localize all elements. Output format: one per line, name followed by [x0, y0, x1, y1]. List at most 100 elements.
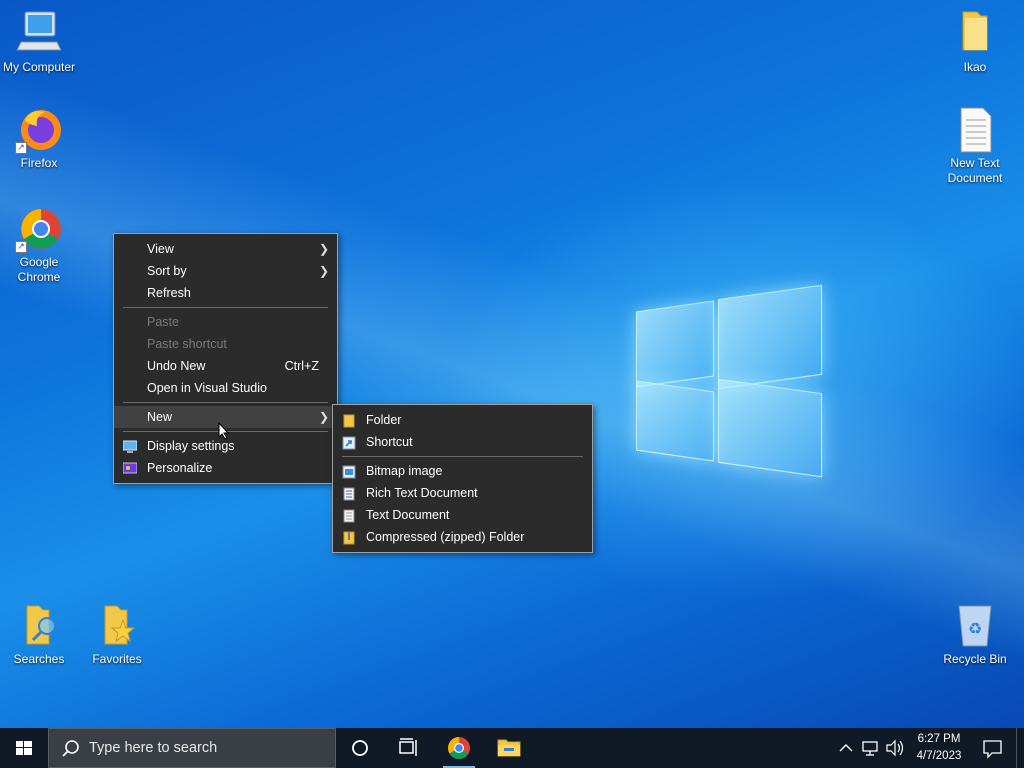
- clock-date: 4/7/2023: [916, 750, 962, 762]
- menu-item-label: Paste shortcut: [147, 337, 227, 351]
- desktop-icon-label: Recycle Bin: [943, 652, 1007, 666]
- taskbar-search-box[interactable]: Type here to search: [48, 728, 336, 768]
- menu-separator: [123, 402, 328, 403]
- new-menu-item-compressed-folder[interactable]: Compressed (zipped) Folder: [333, 526, 592, 548]
- desktop-icon-label: Ikao: [963, 60, 987, 74]
- search-folder-icon: [15, 602, 63, 650]
- menu-separator: [342, 456, 583, 457]
- shortcut-icon: [342, 435, 356, 450]
- cortana-button[interactable]: [340, 728, 380, 768]
- show-hidden-icons-button[interactable]: [836, 728, 856, 768]
- shortcut-arrow-icon: ↗: [15, 142, 27, 154]
- menu-item-refresh[interactable]: Refresh: [114, 282, 337, 304]
- search-icon: [62, 740, 79, 757]
- taskbar-app-file-explorer[interactable]: [488, 728, 530, 768]
- shortcut-arrow-icon: ↗: [15, 241, 27, 253]
- menu-item-label: Paste: [147, 315, 179, 329]
- menu-item-open-in-visual-studio[interactable]: Open in Visual Studio: [114, 377, 337, 399]
- menu-item-view[interactable]: View ❯: [114, 238, 337, 260]
- desktop-icon-label: Google Chrome: [17, 255, 61, 284]
- menu-item-label: Refresh: [147, 286, 191, 300]
- keyboard-shortcut: Ctrl+Z: [284, 359, 319, 373]
- menu-item-label: Folder: [366, 413, 402, 427]
- new-menu-item-text-document[interactable]: Text Document: [333, 504, 592, 526]
- menu-item-label: Text Document: [366, 508, 450, 522]
- network-icon: [862, 741, 878, 756]
- menu-item-label: Shortcut: [366, 435, 413, 449]
- chevron-right-icon: ❯: [318, 242, 329, 256]
- desktop-context-menu: View ❯ Sort by ❯ Refresh Paste Paste sho…: [113, 233, 338, 484]
- chevron-right-icon: ❯: [318, 410, 329, 424]
- menu-item-label: Rich Text Document: [366, 486, 478, 500]
- clock-time: 6:27 PM: [917, 733, 961, 745]
- new-menu-item-rich-text-document[interactable]: Rich Text Document: [333, 482, 592, 504]
- action-center-button[interactable]: [978, 728, 1008, 768]
- recycle-bin-icon: ♻: [951, 602, 999, 650]
- desktop-icon-my-computer[interactable]: My Computer: [0, 10, 78, 75]
- menu-item-label: Bitmap image: [366, 464, 443, 478]
- desktop-icon-new-text-document[interactable]: New Text Document: [936, 106, 1014, 186]
- task-view-button[interactable]: [388, 728, 428, 768]
- folder-icon: [342, 413, 356, 428]
- menu-item-label: Undo New: [147, 359, 206, 373]
- desktop-icon-searches[interactable]: Searches: [0, 602, 78, 667]
- mouse-cursor-icon: [218, 421, 230, 443]
- rich-text-document-icon: [342, 486, 356, 501]
- computer-icon: [15, 10, 63, 58]
- menu-item-label: New: [147, 410, 173, 424]
- menu-item-label: View: [147, 242, 174, 256]
- desktop-icon-label: Favorites: [92, 652, 142, 666]
- favorites-folder-icon: [93, 602, 141, 650]
- new-submenu: Folder Shortcut Bitmap image Rich Text D…: [332, 404, 593, 553]
- chrome-icon: [448, 737, 470, 759]
- desktop-icon-favorites[interactable]: Favorites: [78, 602, 156, 667]
- show-desktop-button[interactable]: [1016, 728, 1024, 768]
- new-menu-item-bitmap-image[interactable]: Bitmap image: [333, 460, 592, 482]
- taskbar-clock[interactable]: 6:27 PM 4/7/2023: [908, 731, 970, 765]
- svg-text:♻: ♻: [968, 619, 982, 638]
- task-view-icon: [399, 738, 417, 756]
- menu-item-label: Personalize: [147, 461, 213, 475]
- menu-item-paste-shortcut: Paste shortcut: [114, 333, 337, 355]
- folder-icon: [951, 10, 999, 58]
- chevron-right-icon: ❯: [318, 264, 329, 278]
- network-button[interactable]: [860, 728, 882, 768]
- text-document-icon: [342, 508, 356, 523]
- desktop-icon-label: Searches: [13, 652, 65, 666]
- notification-icon: [983, 740, 1002, 759]
- desktop[interactable]: My Computer ↗ Firefox ↗ Google Chrome Ik…: [0, 0, 1024, 728]
- bitmap-image-icon: [342, 464, 356, 479]
- menu-item-personalize[interactable]: Personalize: [114, 457, 337, 479]
- search-placeholder: Type here to search: [89, 740, 218, 756]
- display-settings-icon: [122, 439, 138, 453]
- start-button[interactable]: [0, 728, 48, 768]
- desktop-icon-firefox[interactable]: ↗ Firefox: [0, 106, 78, 171]
- menu-item-undo-new[interactable]: Undo New Ctrl+Z: [114, 355, 337, 377]
- menu-item-paste: Paste: [114, 311, 337, 333]
- windows-start-icon: [16, 741, 32, 755]
- firefox-icon: ↗: [15, 106, 63, 154]
- menu-item-label: Compressed (zipped) Folder: [366, 530, 525, 544]
- chevron-up-icon: [839, 744, 853, 752]
- cortana-icon: [352, 740, 368, 756]
- personalize-icon: [122, 461, 138, 475]
- text-document-icon: [951, 106, 999, 154]
- chrome-icon: ↗: [15, 205, 63, 253]
- new-menu-item-folder[interactable]: Folder: [333, 409, 592, 431]
- desktop-icon-label: My Computer: [2, 60, 76, 74]
- desktop-icon-label: Firefox: [20, 156, 58, 170]
- desktop-icon-ikao-folder[interactable]: Ikao: [936, 10, 1014, 75]
- taskbar-app-chrome[interactable]: [438, 728, 480, 768]
- menu-item-label: Sort by: [147, 264, 187, 278]
- menu-item-sort-by[interactable]: Sort by ❯: [114, 260, 337, 282]
- taskbar: Type here to search 6:27 PM 4/7/2023: [0, 728, 1024, 768]
- desktop-icon-recycle-bin[interactable]: ♻ Recycle Bin: [936, 602, 1014, 667]
- menu-item-label: Open in Visual Studio: [147, 381, 267, 395]
- desktop-icon-chrome[interactable]: ↗ Google Chrome: [0, 205, 78, 285]
- file-explorer-icon: [497, 739, 521, 757]
- new-menu-item-shortcut[interactable]: Shortcut: [333, 431, 592, 453]
- volume-button[interactable]: [884, 728, 906, 768]
- desktop-icon-label: New Text Document: [947, 156, 1003, 185]
- menu-separator: [123, 307, 328, 308]
- speaker-icon: [886, 739, 904, 757]
